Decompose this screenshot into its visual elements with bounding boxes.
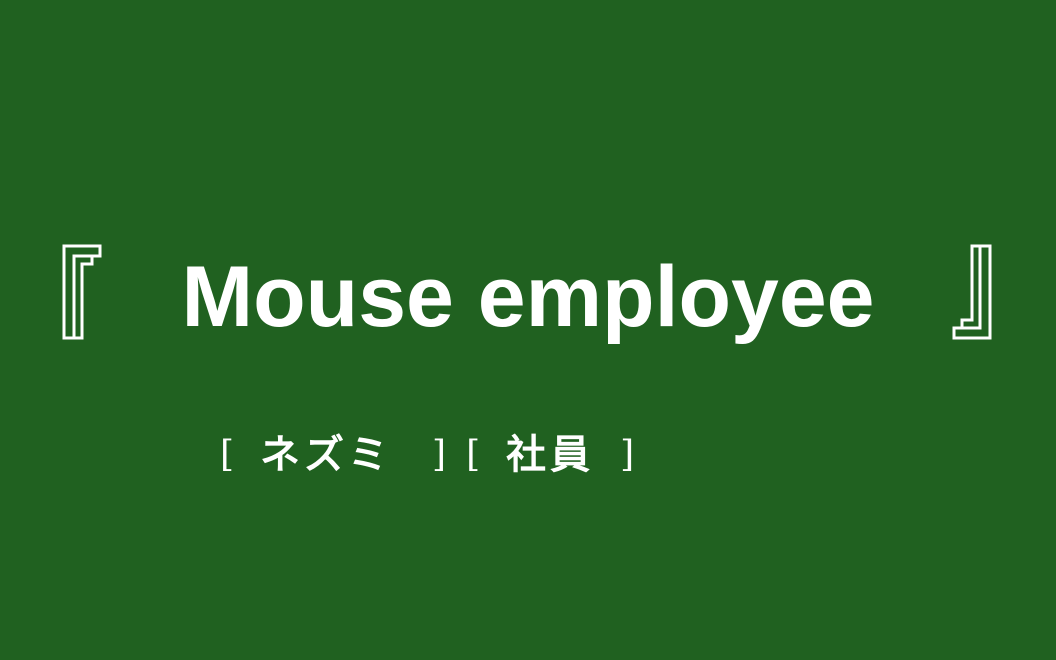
subtitle-word-mouse: ネズミ (260, 431, 393, 478)
page-title: Mouse employee (181, 249, 875, 345)
white-corner-bracket-close-icon (952, 244, 992, 340)
subtitle-word-employee: 社員 (506, 431, 595, 478)
right-bracket: ] (620, 434, 635, 475)
slide: Mouse employee [ ネズミ] [ 社員] (0, 0, 1056, 660)
left-bracket: [ (220, 434, 235, 475)
white-corner-bracket-open-icon (62, 244, 102, 340)
left-bracket: [ (466, 434, 481, 475)
subtitle: [ ネズミ] [ 社員] (220, 420, 634, 490)
right-bracket: ] (432, 434, 447, 475)
headline: Mouse employee (0, 242, 1056, 352)
